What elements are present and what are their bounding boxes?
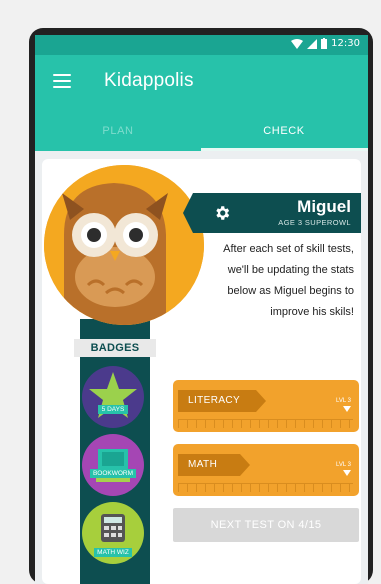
child-subtitle: AGE 3 SUPEROWL	[278, 218, 351, 227]
owl-avatar	[44, 165, 204, 325]
badge-bookworm[interactable]: BOOKWORM	[82, 434, 144, 496]
main-content: BADGES 5 DAYS BOOKWORM MATH WIZ Miguel A…	[35, 151, 368, 584]
app-screen: 12:30 Kidappolis PLAN CHECK BADGES 5 DAY…	[35, 35, 368, 584]
next-test-button[interactable]: NEXT TEST ON 4/15	[173, 508, 359, 542]
chevron-down-icon[interactable]	[343, 406, 351, 412]
progress-ticks	[178, 483, 353, 492]
tab-plan[interactable]: PLAN	[35, 111, 201, 151]
badge-label: 5 DAYS	[97, 405, 129, 414]
skill-bar-math[interactable]: MATH LVL 3	[173, 444, 359, 496]
child-name: Miguel	[297, 197, 351, 216]
skill-name: LITERACY	[178, 390, 266, 412]
owl-icon	[44, 165, 204, 325]
tab-check[interactable]: CHECK	[201, 111, 367, 151]
chevron-down-icon[interactable]	[343, 470, 351, 476]
skill-level: LVL 3	[335, 462, 351, 468]
tab-bar: PLAN CHECK	[35, 111, 368, 151]
signal-icon	[307, 38, 318, 49]
profile-card: BADGES 5 DAYS BOOKWORM MATH WIZ Miguel A…	[42, 159, 361, 584]
battery-icon	[321, 38, 328, 49]
badge-5-days[interactable]: 5 DAYS	[82, 366, 144, 428]
app-title: Kidappolis	[104, 70, 194, 91]
progress-ticks	[178, 419, 353, 428]
badges-label: BADGES	[74, 339, 156, 357]
badge-label: MATH WIZ	[94, 548, 132, 557]
skill-level: LVL 3	[335, 398, 351, 404]
star-icon	[89, 372, 137, 418]
badge-label: BOOKWORM	[89, 469, 137, 478]
status-time: 12:30	[331, 38, 360, 49]
hamburger-menu-icon[interactable]	[53, 74, 71, 88]
wifi-icon	[291, 38, 304, 49]
badge-math-wiz[interactable]: MATH WIZ	[82, 502, 144, 564]
progress-description: After each set of skill tests, we'll be …	[223, 243, 354, 318]
skill-bar-literacy[interactable]: LITERACY LVL 3	[173, 380, 359, 432]
status-bar: 12:30	[35, 35, 368, 55]
skill-name: MATH	[178, 454, 250, 476]
app-bar: Kidappolis	[35, 55, 368, 111]
name-banner: Miguel AGE 3 SUPEROWL	[183, 193, 361, 233]
gear-icon[interactable]	[213, 204, 231, 222]
